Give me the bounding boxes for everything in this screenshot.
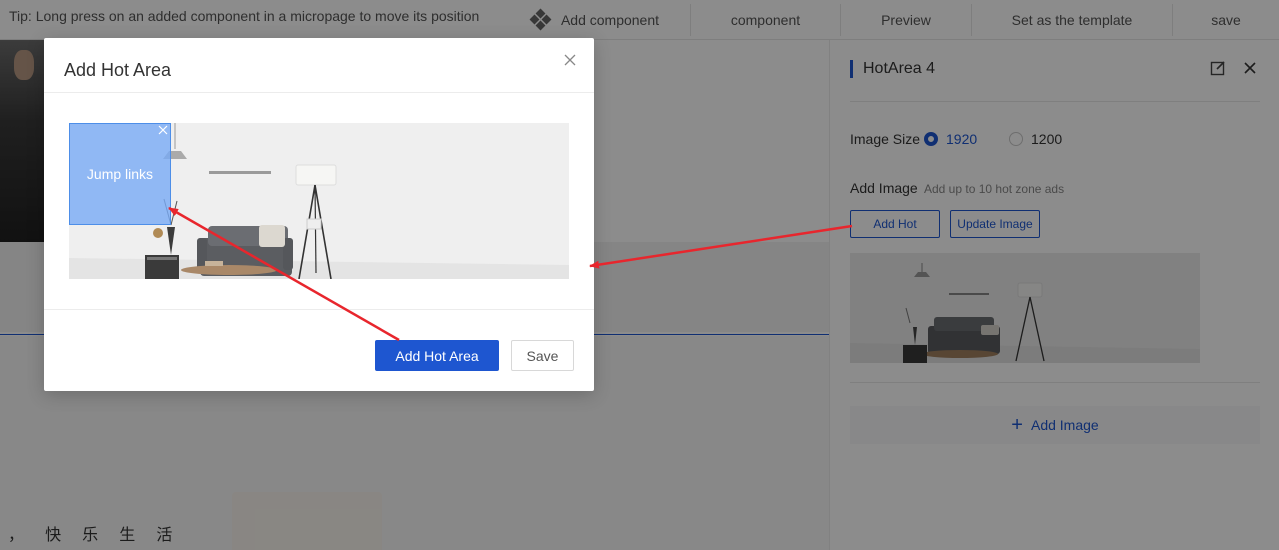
modal-close-icon[interactable] <box>564 54 576 66</box>
add-hot-area-button[interactable]: Add Hot Area <box>375 340 499 371</box>
modal-header: Add Hot Area <box>44 38 594 93</box>
modal-save-button[interactable]: Save <box>511 340 574 371</box>
add-hot-area-modal: Add Hot Area Jump links Add Hot Area Sav… <box>44 38 594 391</box>
modal-footer-divider <box>44 309 594 310</box>
hot-area-label: Jump links <box>86 166 154 182</box>
remove-hot-area-icon[interactable] <box>158 125 168 135</box>
hot-area-box[interactable]: Jump links <box>69 123 171 225</box>
modal-title: Add Hot Area <box>64 60 172 80</box>
